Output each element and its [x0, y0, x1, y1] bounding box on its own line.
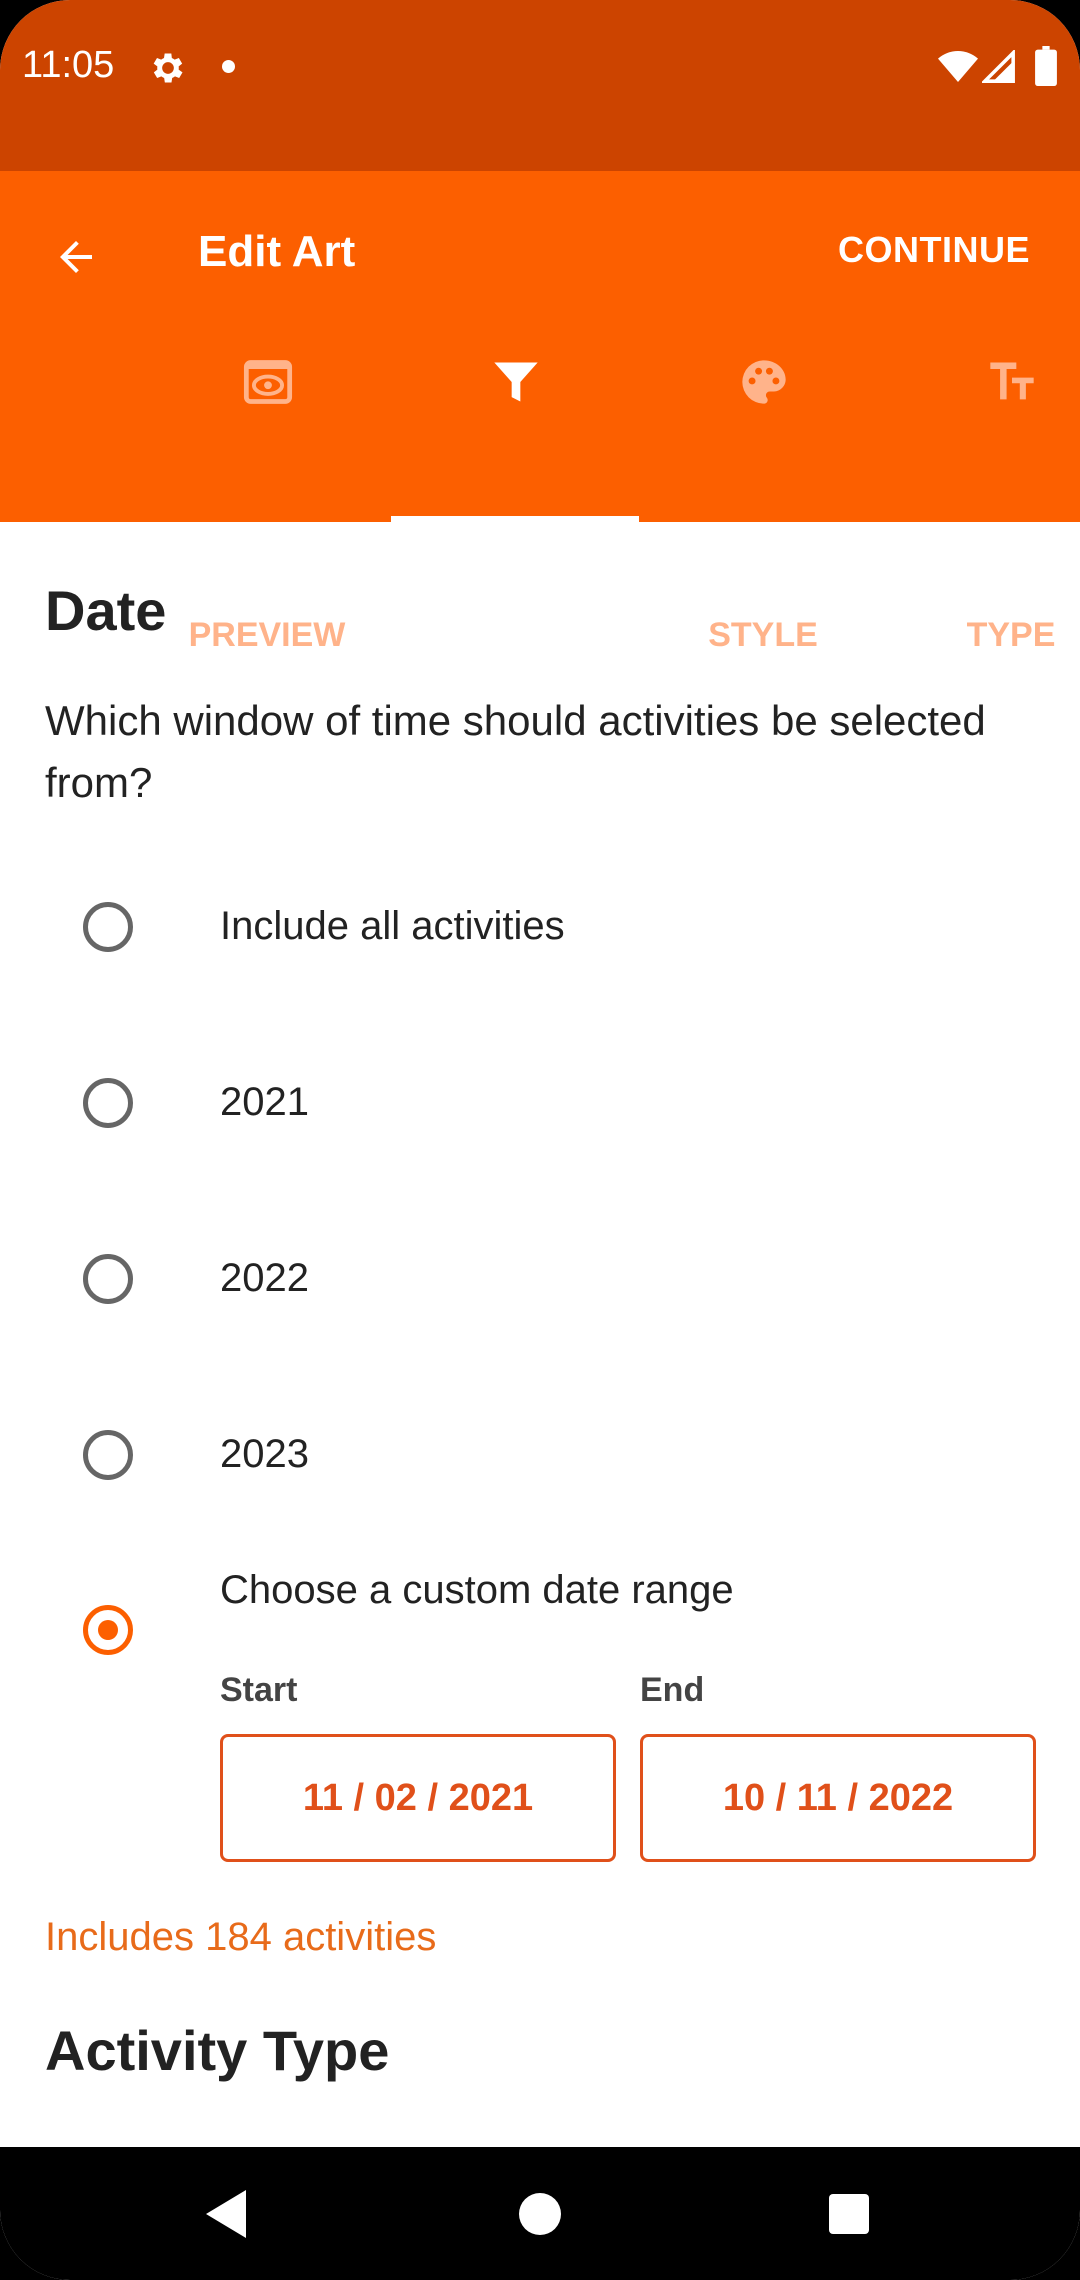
tab-preview[interactable]: PREVIEW: [143, 346, 391, 654]
signal-icon: [982, 50, 1015, 83]
radio-button[interactable]: [83, 1430, 133, 1480]
radio-button[interactable]: [83, 1254, 133, 1304]
start-date-field[interactable]: 11 / 02 / 2021: [220, 1734, 616, 1862]
navigation-bar: [0, 2147, 1080, 2280]
notification-dot-icon: [222, 60, 235, 73]
start-label: Start: [220, 1671, 298, 1709]
includes-count-text: Includes 184 activities: [45, 1915, 437, 1959]
option-label: 2021: [220, 1080, 309, 1124]
nav-recents-icon[interactable]: [829, 2194, 869, 2234]
option-label: 2022: [220, 1256, 309, 1300]
option-label: Include all activities: [220, 904, 565, 948]
radio-button-selected[interactable]: [83, 1605, 133, 1655]
app-bar: Edit Art CONTINUE PREVIEW FILTERS STYLE …: [0, 171, 1080, 654]
text-size-icon: [990, 362, 1034, 400]
wifi-icon: [938, 51, 978, 82]
back-button[interactable]: [40, 221, 112, 293]
nav-back-icon[interactable]: [205, 2190, 247, 2238]
activity-type-title: Activity Type: [45, 2019, 390, 2082]
radio-button[interactable]: [83, 1078, 133, 1128]
preview-eye-icon: [243, 360, 293, 404]
option-2023[interactable]: 2023: [0, 1394, 1080, 1514]
funnel-icon: [494, 362, 538, 402]
tab-filters[interactable]: FILTERS: [391, 346, 639, 654]
status-time: 11:05: [22, 44, 115, 86]
palette-icon: [742, 360, 786, 404]
date-question: Which window of time should activities b…: [45, 697, 986, 806]
option-2021[interactable]: 2021: [0, 1042, 1080, 1162]
battery-icon: [1035, 46, 1057, 86]
tab-style[interactable]: STYLE: [639, 346, 887, 654]
nav-home-icon[interactable]: [519, 2193, 561, 2235]
gear-icon: [153, 53, 183, 83]
tab-filters-label: FILTERS: [445, 616, 585, 654]
tab-type[interactable]: TYPE: [887, 346, 1080, 654]
end-date-field[interactable]: 10 / 11 / 2022: [640, 1734, 1036, 1862]
radio-button[interactable]: [83, 902, 133, 952]
date-section-title: Date: [45, 579, 167, 642]
option-custom-range[interactable]: Choose a custom date range: [0, 1548, 1080, 1668]
tab-preview-label: PREVIEW: [188, 616, 346, 654]
arrow-back-icon: [60, 241, 92, 273]
end-label: End: [640, 1671, 705, 1709]
screen: 11:05 Edit Art CONTINUE PREVIEW FILTERS …: [0, 0, 1080, 2280]
option-label: 2023: [220, 1432, 309, 1476]
continue-button[interactable]: CONTINUE: [838, 229, 1030, 271]
option-label: Choose a custom date range: [220, 1568, 734, 1612]
tab-type-label: TYPE: [966, 616, 1056, 654]
option-2022[interactable]: 2022: [0, 1218, 1080, 1338]
option-all-activities[interactable]: Include all activities: [0, 866, 1080, 986]
tab-style-label: STYLE: [708, 616, 818, 654]
status-bar: 11:05: [0, 0, 1080, 171]
page-title: Edit Art: [198, 227, 356, 276]
tab-indicator: [391, 516, 639, 522]
